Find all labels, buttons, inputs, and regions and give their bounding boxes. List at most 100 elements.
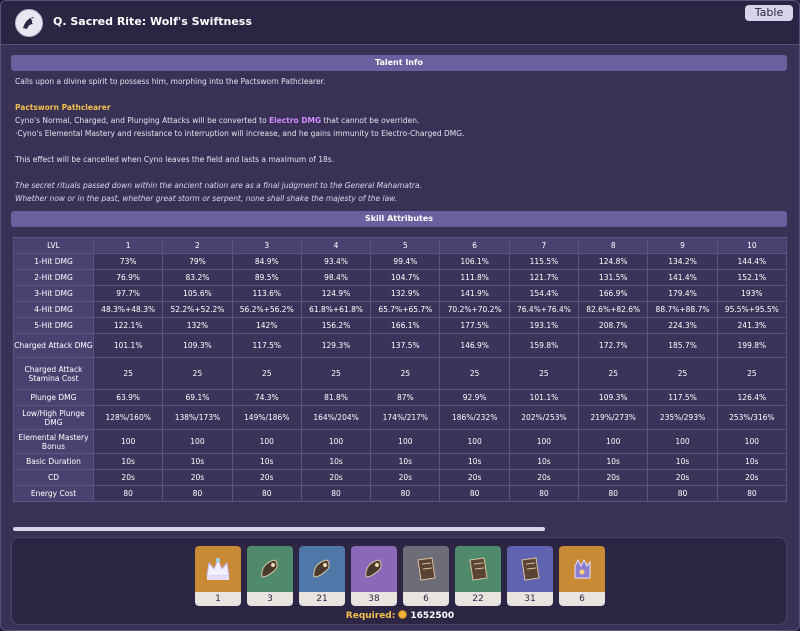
table-cell: 241.3% xyxy=(716,317,788,334)
table-cell: 80 xyxy=(300,485,372,502)
material-item[interactable]: 3 xyxy=(247,546,293,606)
table-cell: 174%/217% xyxy=(370,405,441,430)
table-cell: 25 xyxy=(508,357,580,390)
table-row: Charged Attack Stamina Cost 25 25 25 25 25 25 2… xyxy=(13,357,788,390)
talent-intro: Calls upon a divine spirit to possess hi… xyxy=(15,77,326,86)
table-cell: 80 xyxy=(647,485,718,502)
material-count: 31 xyxy=(507,592,553,606)
table-cell: 128%/160% xyxy=(92,405,164,430)
table-cell: 25 xyxy=(370,357,441,390)
row-label: Elemental Mastery Bonus xyxy=(13,429,94,454)
table-cell: 80 xyxy=(231,485,302,502)
talent-line1: Cyno's Normal, Charged, and Plunging Att… xyxy=(15,115,785,126)
table-cell: 20s xyxy=(439,469,510,486)
table-cell: 61.8%+61.8% xyxy=(300,301,372,318)
table-cell: 100 xyxy=(300,429,372,454)
row-label: 5-Hit DMG xyxy=(13,317,94,334)
table-cell: 81.8% xyxy=(300,389,372,406)
table-cell: 113.6% xyxy=(231,285,302,302)
material-item[interactable]: 38 xyxy=(351,546,397,606)
table-cell: 92.9% xyxy=(439,389,510,406)
talent-icon xyxy=(15,9,43,37)
row-label: CD xyxy=(13,469,94,486)
table-cell: 253%/316% xyxy=(716,405,788,430)
col-header-lvl-9: 9 xyxy=(647,237,718,254)
book-icon xyxy=(507,546,553,592)
table-cell: 69.1% xyxy=(162,389,233,406)
talent-line3: This effect will be cancelled when Cyno … xyxy=(15,155,335,164)
table-cell: 20s xyxy=(647,469,718,486)
col-header-lvl-8: 8 xyxy=(578,237,649,254)
table-header-row: LVL 1 2 3 4 5 6 7 8 9 10 xyxy=(13,237,788,254)
table-cell: 10s xyxy=(647,453,718,470)
table-cell: 122.1% xyxy=(92,317,164,334)
table-cell: 70.2%+70.2% xyxy=(439,301,510,318)
table-cell: 98.4% xyxy=(300,269,372,286)
table-cell: 224.3% xyxy=(647,317,718,334)
table-cell: 154.4% xyxy=(508,285,580,302)
header: Q. Sacred Rite: Wolf's Swiftness Table xyxy=(1,1,799,45)
table-cell: 141.9% xyxy=(439,285,510,302)
talent-line1-pre: Cyno's Normal, Charged, and Plunging Att… xyxy=(15,116,270,125)
table-cell: 20s xyxy=(162,469,233,486)
table-cell: 25 xyxy=(231,357,302,390)
table-cell: 124.8% xyxy=(578,253,649,270)
table-cell: 25 xyxy=(162,357,233,390)
table-cell: 73% xyxy=(92,253,164,270)
horizontal-scrollbar[interactable] xyxy=(13,527,545,531)
skill-attributes-table: LVL 1 2 3 4 5 6 7 8 9 10 1-Hit DMG 73% 79% 84.9% 93.4%… xyxy=(13,237,788,502)
table-row: CD 20s 20s 20s 20s 20s 20s 20s 20s 20s 20s xyxy=(13,469,788,486)
page-title: Q. Sacred Rite: Wolf's Swiftness xyxy=(53,15,252,28)
material-item[interactable]: 6 xyxy=(403,546,449,606)
table-cell: 20s xyxy=(231,469,302,486)
table-cell: 25 xyxy=(578,357,649,390)
talent-info-heading: Talent Info xyxy=(11,55,787,71)
material-item[interactable]: 31 xyxy=(507,546,553,606)
row-label: Low/High Plunge DMG xyxy=(13,405,94,430)
table-cell: 159.8% xyxy=(508,333,580,358)
table-cell: 100 xyxy=(716,429,788,454)
table-cell: 84.9% xyxy=(231,253,302,270)
table-row: 3-Hit DMG 97.7% 105.6% 113.6% 124.9% 132.9% 14… xyxy=(13,285,788,302)
table-row: 2-Hit DMG 76.9% 83.2% 89.5% 98.4% 104.7% 111.8… xyxy=(13,269,788,286)
table-cell: 100 xyxy=(578,429,649,454)
material-item[interactable]: 1 xyxy=(195,546,241,606)
material-item[interactable]: 21 xyxy=(299,546,345,606)
table-cell: 93.4% xyxy=(300,253,372,270)
col-header-lvl-2: 2 xyxy=(162,237,233,254)
table-cell: 25 xyxy=(716,357,788,390)
row-label: 1-Hit DMG xyxy=(13,253,94,270)
table-cell: 101.1% xyxy=(92,333,164,358)
table-cell: 111.8% xyxy=(439,269,510,286)
table-cell: 104.7% xyxy=(370,269,441,286)
row-label: Charged Attack DMG xyxy=(13,333,94,358)
talent-line2: ·Cyno's Elemental Mastery and resistance… xyxy=(15,129,465,138)
table-cell: 126.4% xyxy=(716,389,788,406)
table-cell: 132.9% xyxy=(370,285,441,302)
table-cell: 63.9% xyxy=(92,389,164,406)
row-label: 4-Hit DMG xyxy=(13,301,94,318)
required-mora: Required: 1652500 xyxy=(12,610,788,621)
flavor-text-2: Whether now or in the past, whether grea… xyxy=(15,194,398,203)
table-cell: 117.5% xyxy=(231,333,302,358)
table-button[interactable]: Table xyxy=(745,5,793,21)
crown-icon xyxy=(195,546,241,592)
table-cell: 65.7%+65.7% xyxy=(370,301,441,318)
table-cell: 89.5% xyxy=(231,269,302,286)
col-header-lvl-6: 6 xyxy=(439,237,510,254)
table-cell: 80 xyxy=(92,485,164,502)
flavor-text-1: The secret rituals passed down within th… xyxy=(15,181,422,190)
material-item[interactable]: 22 xyxy=(455,546,501,606)
row-label: 2-Hit DMG xyxy=(13,269,94,286)
material-item[interactable]: 6 xyxy=(559,546,605,606)
table-cell: 25 xyxy=(300,357,372,390)
table-cell: 131.5% xyxy=(578,269,649,286)
table-row: Energy Cost 80 80 80 80 80 80 80 80 80 80 xyxy=(13,485,788,502)
table-cell: 25 xyxy=(92,357,164,390)
horn-icon xyxy=(351,546,397,592)
table-cell: 156.2% xyxy=(300,317,372,334)
table-cell: 80 xyxy=(162,485,233,502)
table-cell: 100 xyxy=(439,429,510,454)
table-row: Plunge DMG 63.9% 69.1% 74.3% 81.8% 87% 92.9% 10… xyxy=(13,389,788,406)
material-count: 38 xyxy=(351,592,397,606)
